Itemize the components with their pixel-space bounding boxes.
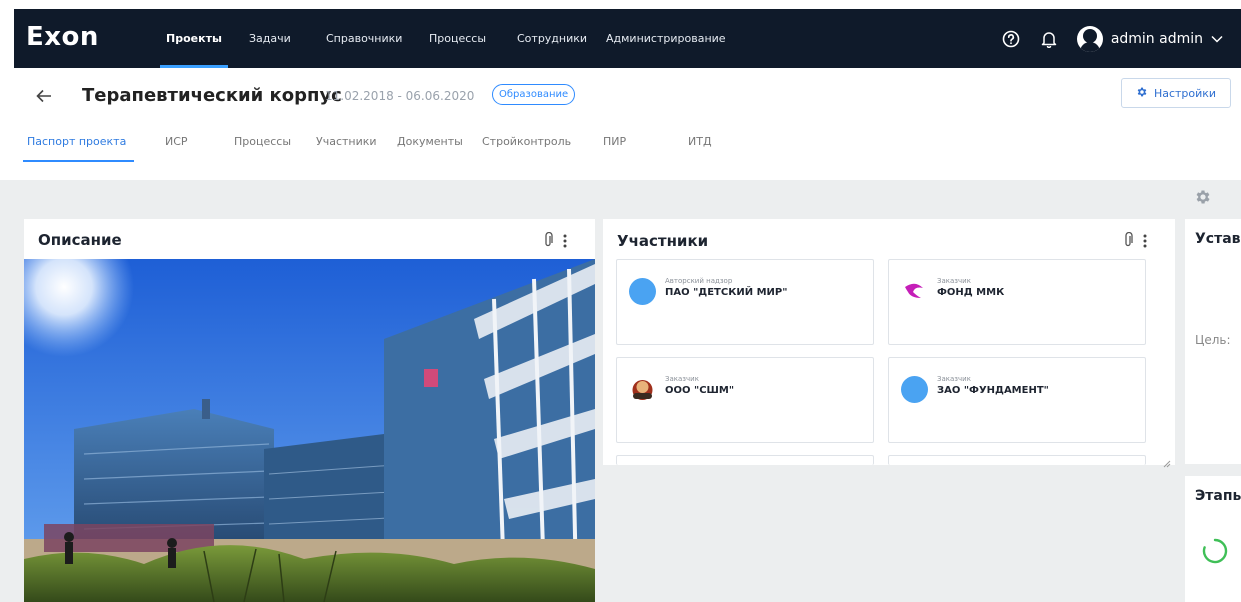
participant-card[interactable]: Заказчик ФОНД ММК bbox=[888, 259, 1146, 345]
avatar bbox=[1076, 25, 1103, 52]
nav-item-employees[interactable]: Сотрудники bbox=[517, 9, 587, 68]
participant-name: ООО "СШМ" bbox=[665, 385, 735, 396]
participant-card bbox=[888, 455, 1146, 465]
participant-name: ЗАО "ФУНДАМЕНТ" bbox=[937, 385, 1049, 396]
more-vertical-icon[interactable] bbox=[1143, 233, 1147, 252]
participant-card bbox=[616, 455, 874, 465]
nav-item-processes[interactable]: Процессы bbox=[429, 9, 486, 68]
nav-item-administration[interactable]: Администрирование bbox=[606, 9, 726, 68]
loading-spinner-icon bbox=[1202, 538, 1228, 568]
category-badge[interactable]: Образование bbox=[492, 84, 576, 105]
gear-icon bbox=[1136, 86, 1148, 101]
paperclip-icon[interactable] bbox=[1123, 231, 1133, 252]
description-title: Описание bbox=[38, 231, 122, 249]
help-icon[interactable] bbox=[1001, 29, 1021, 49]
tab-isr[interactable]: ИСР bbox=[165, 132, 188, 172]
bell-icon[interactable] bbox=[1039, 29, 1059, 49]
more-vertical-icon[interactable] bbox=[563, 233, 567, 252]
nav-item-directories[interactable]: Справочники bbox=[326, 9, 402, 68]
nav-item-projects[interactable]: Проекты bbox=[160, 9, 228, 68]
paperclip-icon[interactable] bbox=[543, 231, 553, 252]
app-logo[interactable]: Exon bbox=[26, 22, 99, 52]
organization-logo bbox=[901, 278, 928, 305]
participant-name: ПАО "ДЕТСКИЙ МИР" bbox=[665, 287, 788, 298]
project-dates: 11.02.2018 - 06.06.2020 bbox=[325, 89, 475, 103]
tab-pir[interactable]: ПИР bbox=[603, 132, 626, 172]
user-menu[interactable]: admin admin bbox=[1076, 25, 1223, 52]
participant-role: Авторский надзор bbox=[665, 277, 733, 285]
dashboard-area: Описание Участники Авторский надзор ПАО … bbox=[0, 180, 1241, 602]
tab-participants[interactable]: Участники bbox=[316, 132, 377, 172]
participants-card: Участники Авторский надзор ПАО "ДЕТСКИЙ … bbox=[603, 219, 1175, 468]
tab-itd[interactable]: ИТД bbox=[688, 132, 712, 172]
participant-role: Заказчик bbox=[937, 277, 971, 285]
stages-title: Этапы bbox=[1195, 488, 1241, 504]
gear-icon[interactable] bbox=[1194, 188, 1214, 208]
tab-documents[interactable]: Документы bbox=[397, 132, 463, 172]
charter-card: Устав Цель: bbox=[1185, 219, 1241, 464]
project-tabs: Паспорт проекта ИСР Процессы Участники Д… bbox=[0, 132, 1241, 172]
resize-handle-icon[interactable] bbox=[1163, 453, 1171, 468]
project-photo bbox=[24, 259, 595, 602]
participant-name: ФОНД ММК bbox=[937, 287, 1005, 298]
participants-title: Участники bbox=[617, 232, 709, 250]
organization-avatar bbox=[629, 278, 656, 305]
organization-avatar bbox=[901, 376, 928, 403]
participant-card[interactable]: Авторский надзор ПАО "ДЕТСКИЙ МИР" bbox=[616, 259, 874, 345]
goal-label: Цель: bbox=[1195, 333, 1231, 347]
participant-card[interactable]: Заказчик ЗАО "ФУНДАМЕНТ" bbox=[888, 357, 1146, 443]
settings-button[interactable]: Настройки bbox=[1121, 78, 1231, 108]
user-name: admin admin bbox=[1110, 30, 1203, 47]
page-title: Терапевтический корпус bbox=[82, 85, 342, 106]
stages-card: Этапы bbox=[1185, 476, 1241, 602]
project-header: Терапевтический корпус 11.02.2018 - 06.0… bbox=[0, 68, 1241, 180]
tab-construction-control[interactable]: Стройконтроль bbox=[482, 132, 571, 172]
participant-role: Заказчик bbox=[665, 375, 699, 383]
top-navigation-bar: Exon Проекты Задачи Справочники Процессы… bbox=[14, 9, 1241, 68]
back-arrow-icon[interactable] bbox=[36, 84, 52, 108]
charter-title: Устав bbox=[1195, 231, 1241, 247]
organization-logo bbox=[629, 376, 656, 403]
tab-processes[interactable]: Процессы bbox=[234, 132, 291, 172]
tab-project-passport[interactable]: Паспорт проекта bbox=[22, 132, 135, 172]
description-card: Описание bbox=[24, 219, 595, 602]
participant-card[interactable]: Заказчик ООО "СШМ" bbox=[616, 357, 874, 443]
chevron-down-icon bbox=[1211, 31, 1223, 47]
participant-role: Заказчик bbox=[937, 375, 971, 383]
nav-item-tasks[interactable]: Задачи bbox=[249, 9, 291, 68]
settings-label: Настройки bbox=[1153, 86, 1217, 100]
